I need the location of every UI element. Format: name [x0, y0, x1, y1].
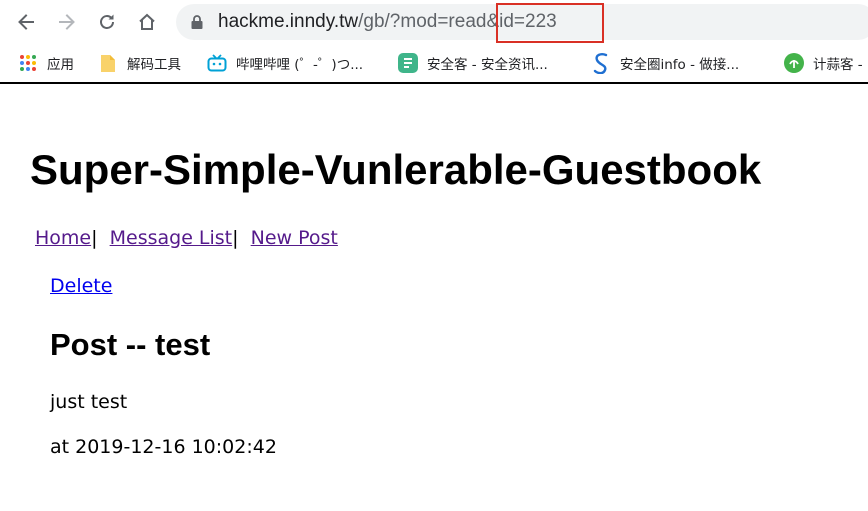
jisuanke-icon: [784, 53, 804, 73]
anquanke-icon: [398, 53, 418, 73]
forward-button[interactable]: [53, 8, 81, 36]
reload-icon: [100, 14, 114, 29]
home-icon: [139, 13, 155, 30]
home-button[interactable]: [133, 8, 161, 36]
bookmark-label: 解码工具: [127, 57, 181, 73]
bookmark-apps[interactable]: 应用: [18, 52, 74, 74]
bookmark-anquanquan[interactable]: 安全圈info - 做接...: [591, 52, 739, 74]
post-body: just test: [50, 391, 128, 413]
bookmark-bilibili[interactable]: 哔哩哔哩 (゜-゜)つ...: [207, 52, 363, 74]
forward-arrow-icon: [59, 14, 75, 30]
apps-grid-icon: [18, 53, 38, 73]
back-button[interactable]: [12, 8, 40, 36]
back-arrow-icon: [18, 14, 34, 30]
bookmark-label: 计蒜客 -: [813, 57, 863, 73]
reload-button[interactable]: [93, 8, 121, 36]
folder-icon: [98, 53, 118, 73]
page-content: Super-Simple-Vunlerable-Guestbook Home| …: [0, 86, 868, 511]
bookmark-decode-tools[interactable]: 解码工具: [98, 52, 181, 74]
bookmarks-bar: 应用 解码工具 哔哩哔哩 (゜-゜)つ... 安全客 - 安全资讯... 安全圈…: [0, 44, 868, 84]
post-date: at 2019-12-16 10:02:42: [50, 436, 277, 458]
delete-link[interactable]: Delete: [50, 274, 112, 298]
lock-icon: [191, 15, 203, 29]
guestbook-nav: Home| Message List| New Post: [35, 226, 338, 250]
post-title: Post -- test: [50, 327, 211, 362]
bookmark-label: 安全圈info - 做接...: [620, 57, 740, 73]
bookmark-jisuanke[interactable]: 计蒜客 -: [784, 52, 863, 74]
bookmark-label: 安全客 - 安全资讯...: [427, 57, 548, 73]
nav-link-message-list[interactable]: Message List: [110, 227, 233, 249]
bookmark-label: 应用: [47, 57, 74, 73]
bookmark-anquanke[interactable]: 安全客 - 安全资讯...: [398, 52, 548, 74]
anquanquan-icon: [591, 53, 611, 74]
page-title: Super-Simple-Vunlerable-Guestbook: [30, 146, 762, 193]
bookmark-label: 哔哩哔哩 (゜-゜)つ...: [236, 57, 364, 73]
nav-link-new-post[interactable]: New Post: [251, 227, 338, 249]
nav-link-home[interactable]: Home: [35, 227, 91, 249]
url-highlight-box: [496, 3, 604, 43]
browser-toolbar: hackme.inndy.tw/gb/?mod=read&id=223: [0, 0, 868, 44]
bilibili-icon: [207, 53, 227, 73]
url-host: hackme.inndy.tw: [218, 11, 359, 32]
nav-separator: |: [91, 227, 98, 249]
nav-separator: |: [232, 227, 239, 249]
